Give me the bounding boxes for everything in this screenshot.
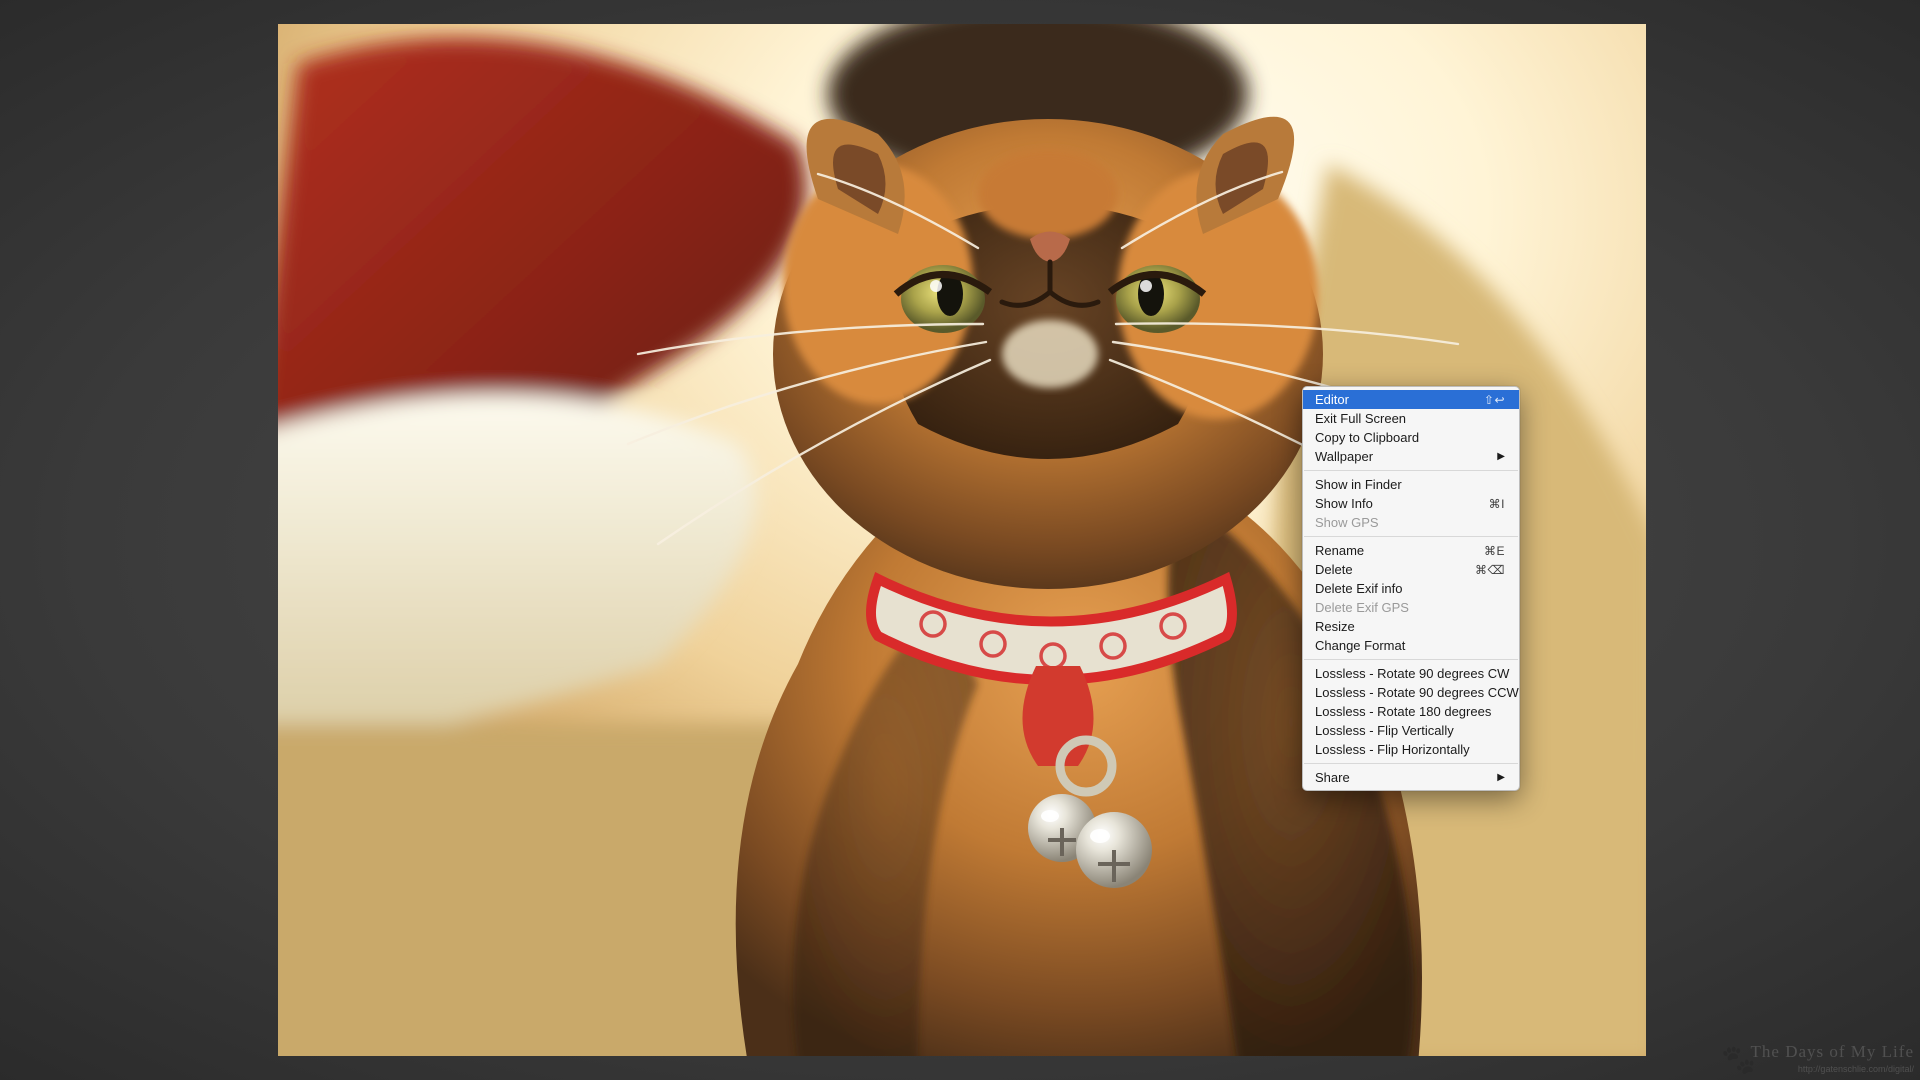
menu-item-label: Editor [1315,393,1474,406]
menu-item-label: Delete [1315,563,1465,576]
menu-item-editor[interactable]: Editor ⇧↩ [1303,390,1519,409]
menu-item-label: Lossless - Flip Vertically [1315,724,1505,737]
menu-item-show-in-finder[interactable]: Show in Finder [1303,475,1519,494]
menu-item-label: Delete Exif GPS [1315,601,1505,614]
menu-item-label: Share [1315,771,1487,784]
menu-item-share[interactable]: Share ▶ [1303,768,1519,787]
menu-item-exit-full-screen[interactable]: Exit Full Screen [1303,409,1519,428]
menu-item-label: Show GPS [1315,516,1505,529]
menu-item-shortcut: ⇧↩ [1484,394,1505,406]
menu-separator [1304,470,1518,471]
menu-item-show-info[interactable]: Show Info ⌘I [1303,494,1519,513]
menu-separator [1304,763,1518,764]
menu-item-label: Show Info [1315,497,1479,510]
menu-item-lossless-rotate-180-degrees[interactable]: Lossless - Rotate 180 degrees [1303,702,1519,721]
menu-item-resize[interactable]: Resize [1303,617,1519,636]
menu-item-label: Lossless - Flip Horizontally [1315,743,1505,756]
context-menu[interactable]: Editor ⇧↩ Exit Full Screen Copy to Clipboar… [1302,386,1520,791]
menu-item-delete-exif-info[interactable]: Delete Exif info [1303,579,1519,598]
menu-item-label: Lossless - Rotate 90 degrees CCW [1315,686,1519,699]
menu-item-delete-exif-gps: Delete Exif GPS [1303,598,1519,617]
menu-item-label: Exit Full Screen [1315,412,1505,425]
menu-item-label: Change Format [1315,639,1505,652]
chevron-right-icon: ▶ [1497,773,1505,783]
menu-item-wallpaper[interactable]: Wallpaper ▶ [1303,447,1519,466]
menu-item-label: Show in Finder [1315,478,1505,491]
menu-item-label: Resize [1315,620,1505,633]
menu-item-lossless-rotate-90-degrees-ccw[interactable]: Lossless - Rotate 90 degrees CCW [1303,683,1519,702]
menu-item-shortcut: ⌘I [1489,498,1505,510]
menu-item-show-gps: Show GPS [1303,513,1519,532]
menu-item-label: Delete Exif info [1315,582,1505,595]
chevron-right-icon: ▶ [1497,452,1505,462]
menu-item-lossless-flip-horizontally[interactable]: Lossless - Flip Horizontally [1303,740,1519,759]
menu-separator [1304,659,1518,660]
menu-item-label: Lossless - Rotate 180 degrees [1315,705,1505,718]
menu-item-lossless-flip-vertically[interactable]: Lossless - Flip Vertically [1303,721,1519,740]
menu-item-change-format[interactable]: Change Format [1303,636,1519,655]
menu-item-delete[interactable]: Delete ⌘⌫ [1303,560,1519,579]
menu-item-label: Copy to Clipboard [1315,431,1505,444]
menu-item-shortcut: ⌘E [1484,545,1505,557]
menu-separator [1304,536,1518,537]
menu-item-copy-to-clipboard[interactable]: Copy to Clipboard [1303,428,1519,447]
menu-item-shortcut: ⌘⌫ [1475,564,1505,576]
menu-item-label: Rename [1315,544,1474,557]
menu-item-lossless-rotate-90-degrees-cw[interactable]: Lossless - Rotate 90 degrees CW [1303,664,1519,683]
menu-item-label: Lossless - Rotate 90 degrees CW [1315,667,1509,680]
menu-item-label: Wallpaper [1315,450,1487,463]
menu-item-rename[interactable]: Rename ⌘E [1303,541,1519,560]
